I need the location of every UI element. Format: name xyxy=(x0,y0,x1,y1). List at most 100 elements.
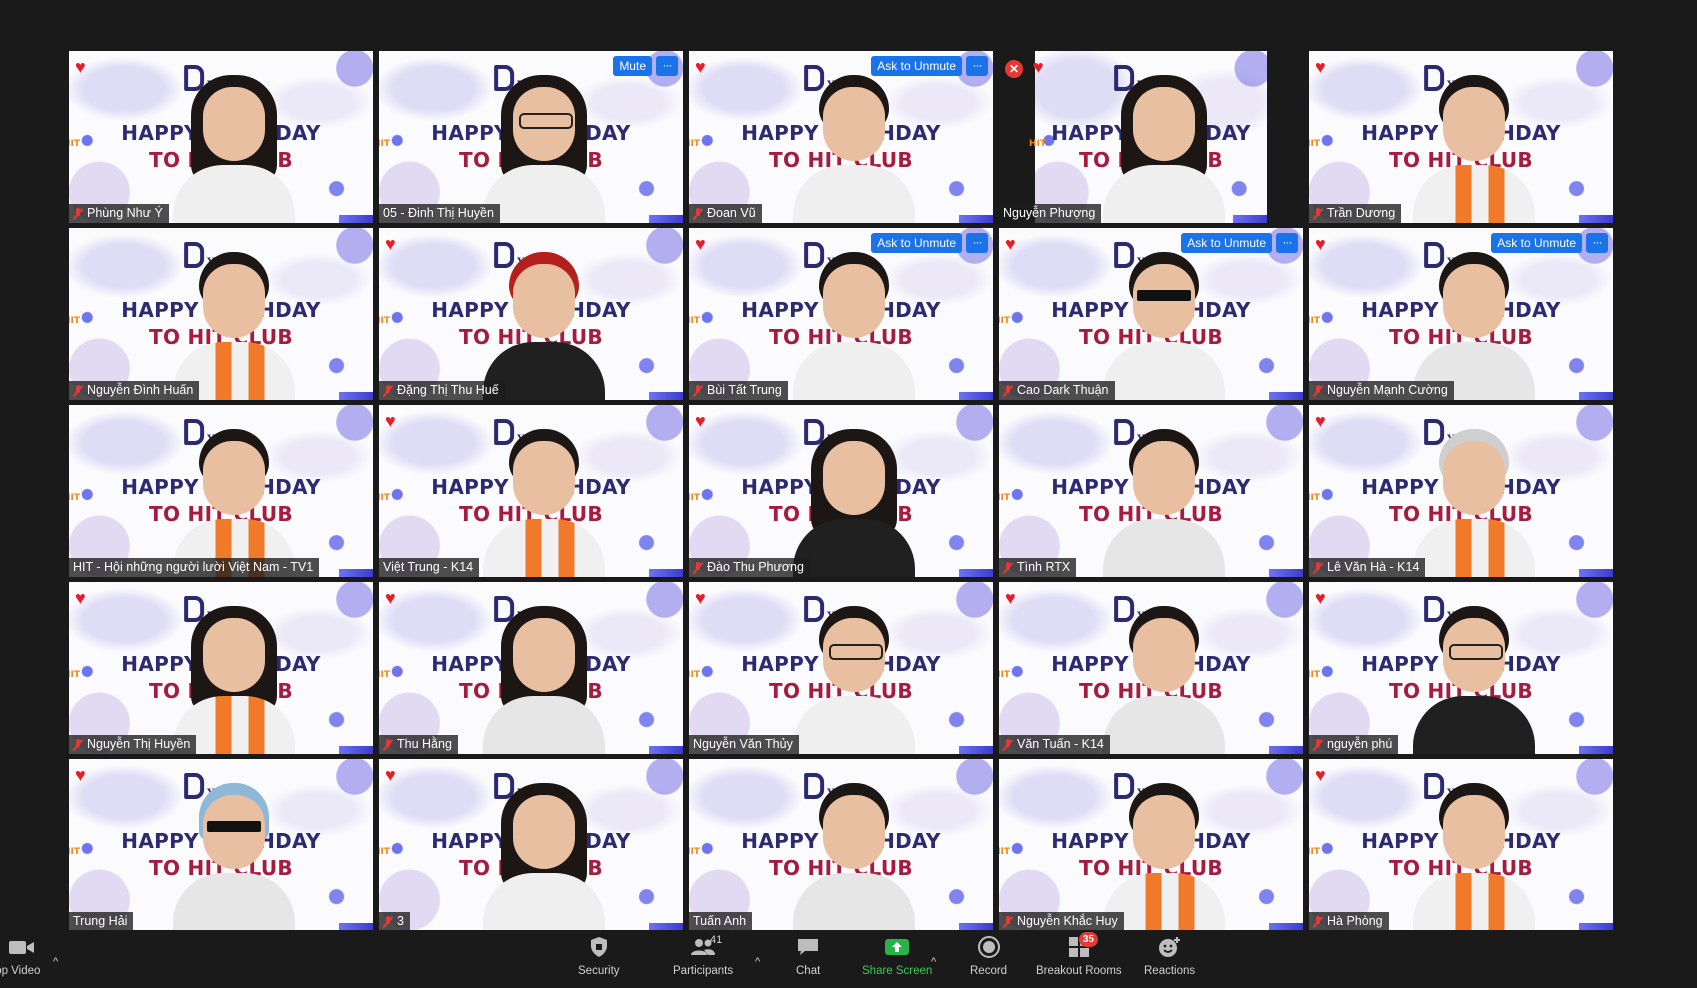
participant-video xyxy=(479,427,609,577)
participant-name: Nguyễn Mạnh Cường xyxy=(1327,383,1448,397)
mute-button[interactable]: Mute xyxy=(613,56,652,76)
participant-tile[interactable]: YEARS HAPPY BIRTHDAY TO HIT CLUB HIT Ngu… xyxy=(69,228,373,400)
hit-hex-logo: HIT xyxy=(379,493,391,503)
participant-name: HIT - Hội những người lười Việt Nam - TV… xyxy=(73,560,314,574)
share-screen-button[interactable]: Share Screen xyxy=(862,930,932,988)
participant-tile[interactable]: YEARS HAPPY BIRTHDAY TO HIT CLUB HIT ♥ T… xyxy=(379,582,683,754)
security-button[interactable]: Security xyxy=(578,930,620,988)
participant-tile[interactable]: YEARS HAPPY BIRTHDAY TO HIT CLUB HIT Tìn… xyxy=(999,405,1303,577)
participant-name: Nguyễn Văn Thủy xyxy=(693,737,793,751)
mic-muted-icon xyxy=(1313,561,1323,574)
participants-button[interactable]: 41 Participants xyxy=(673,930,733,988)
heart-reaction-icon: ♥ xyxy=(695,411,706,431)
more-options-button[interactable]: ··· xyxy=(656,56,678,76)
video-options-caret[interactable]: ^ xyxy=(53,956,58,968)
participant-tile[interactable]: YEARS HAPPY BIRTHDAY TO HIT CLUB HIT ♥ H… xyxy=(1309,759,1613,931)
hit-hex-logo: HIT xyxy=(689,139,701,149)
mic-muted-icon xyxy=(73,738,83,751)
leave-badge-icon: ✕ xyxy=(1005,60,1023,78)
shield-icon xyxy=(589,930,609,964)
participant-tile[interactable]: YEARS HAPPY BIRTHDAY TO HIT CLUB HIT ♥ N… xyxy=(689,582,993,754)
record-button[interactable]: Record xyxy=(970,930,1007,988)
mic-muted-icon xyxy=(1003,915,1013,928)
ask-to-unmute-button[interactable]: Ask to Unmute xyxy=(871,56,962,76)
participant-tile[interactable]: YEARS HAPPY BIRTHDAY TO HIT CLUB HIT ♥ N… xyxy=(69,582,373,754)
heart-reaction-icon: ♥ xyxy=(1315,57,1326,77)
ask-to-unmute-button[interactable]: Ask to Unmute xyxy=(1491,233,1582,253)
body-shape xyxy=(173,873,295,931)
participant-name: Đoan Vũ xyxy=(707,206,756,220)
participant-tile[interactable]: YEARS HAPPY BIRTHDAY TO HIT CLUB HIT ♥ V… xyxy=(379,405,683,577)
participants-options-caret[interactable]: ^ xyxy=(755,956,760,968)
participant-tile[interactable]: YEARS HAPPY BIRTHDAY TO HIT CLUB HIT ♥ A… xyxy=(999,228,1303,400)
chat-button[interactable]: Chat xyxy=(796,930,820,988)
participant-tile[interactable]: YEARS HAPPY BIRTHDAY TO HIT CLUB HIT ✕♥ … xyxy=(999,51,1303,223)
mic-muted-icon xyxy=(73,207,83,220)
more-options-button[interactable]: ··· xyxy=(966,56,988,76)
hit-hex-logo: HIT xyxy=(1309,493,1321,503)
participant-tile[interactable]: YEARS HAPPY BIRTHDAY TO HIT CLUB HIT ♥ T… xyxy=(69,759,373,931)
hit-hex-logo: HIT xyxy=(999,670,1011,680)
face-shape xyxy=(203,618,265,692)
participant-name-label: Đào Thu Phương xyxy=(689,558,810,577)
participant-tile[interactable]: YEARS HAPPY BIRTHDAY TO HIT CLUB HIT ♥ V… xyxy=(999,582,1303,754)
participant-tile[interactable]: YEARS HAPPY BIRTHDAY TO HIT CLUB HIT ♥ T… xyxy=(1309,51,1613,223)
participant-tile[interactable]: YEARS HAPPY BIRTHDAY TO HIT CLUB HIT ♥ n… xyxy=(1309,582,1613,754)
participant-tile[interactable]: YEARS HAPPY BIRTHDAY TO HIT CLUB HIT Tuấ… xyxy=(689,759,993,931)
participant-name-label: Trần Dương xyxy=(1309,204,1402,223)
body-shape xyxy=(1103,342,1225,400)
participant-name: Nguyễn Thị Huyền xyxy=(87,737,191,751)
participant-tile[interactable]: YEARS HAPPY BIRTHDAY TO HIT CLUB HIT ♥ A… xyxy=(689,228,993,400)
participant-video xyxy=(789,250,919,400)
participant-name: Việt Trung - K14 xyxy=(383,560,474,574)
ask-to-unmute-button[interactable]: Ask to Unmute xyxy=(1181,233,1272,253)
participant-name-label: Lê Văn Hà - K14 xyxy=(1309,558,1426,577)
hit-hex-logo: HIT xyxy=(689,670,701,680)
participant-name: Lê Văn Hà - K14 xyxy=(1327,560,1420,574)
face-shape xyxy=(513,441,575,515)
participant-video xyxy=(789,604,919,754)
ask-to-unmute-button[interactable]: Ask to Unmute xyxy=(871,233,962,253)
participant-tile[interactable]: YEARS HAPPY BIRTHDAY TO HIT CLUB HIT ♥ Đ… xyxy=(379,228,683,400)
participant-tile[interactable]: YEARS HAPPY BIRTHDAY TO HIT CLUB HIT ♥ Đ… xyxy=(689,405,993,577)
more-options-button[interactable]: ··· xyxy=(1586,233,1608,253)
reactions-button[interactable]: Reactions xyxy=(1144,930,1195,988)
stop-video-button[interactable]: top Video xyxy=(0,930,40,988)
mic-muted-icon xyxy=(693,207,703,220)
face-shape xyxy=(513,87,575,161)
participant-name: Tuấn Anh xyxy=(693,914,747,928)
mic-muted-icon xyxy=(383,384,393,397)
face-shape xyxy=(1133,618,1195,692)
share-screen-label: Share Screen xyxy=(862,965,933,977)
heart-reaction-icon: ♥ xyxy=(1315,411,1326,431)
participant-tile[interactable]: YEARS HAPPY BIRTHDAY TO HIT CLUB HIT ♥ A… xyxy=(1309,228,1613,400)
more-options-button[interactable]: ··· xyxy=(1276,233,1298,253)
participant-tile[interactable]: YEARS HAPPY BIRTHDAY TO HIT CLUB HIT ♥ 3 xyxy=(379,759,683,931)
participant-tile[interactable]: YEARS HAPPY BIRTHDAY TO HIT CLUB HIT ♥ P… xyxy=(69,51,373,223)
participant-name-label: Đặng Thị Thu Huế xyxy=(379,381,505,400)
face-shape xyxy=(1133,264,1195,338)
body-shape xyxy=(483,165,605,223)
participant-tile[interactable]: YEARS HAPPY BIRTHDAY TO HIT CLUB HIT HIT… xyxy=(69,405,373,577)
face-shape xyxy=(1443,87,1505,161)
participant-name-label: HIT - Hội những người lười Việt Nam - TV… xyxy=(69,558,320,577)
participant-tile[interactable]: YEARS HAPPY BIRTHDAY TO HIT CLUB HIT ♥ A… xyxy=(689,51,993,223)
more-options-button[interactable]: ··· xyxy=(966,233,988,253)
body-shape xyxy=(483,696,605,754)
participant-name-label: Nguyễn Văn Thủy xyxy=(689,735,799,754)
participant-name: Văn Tuấn - K14 xyxy=(1017,737,1104,751)
participant-video xyxy=(789,73,919,223)
participant-tile[interactable]: YEARS HAPPY BIRTHDAY TO HIT CLUB HIT Mut… xyxy=(379,51,683,223)
share-screen-icon xyxy=(884,930,910,964)
participant-tile[interactable]: YEARS HAPPY BIRTHDAY TO HIT CLUB HIT Ngu… xyxy=(999,759,1303,931)
participant-tile[interactable]: YEARS HAPPY BIRTHDAY TO HIT CLUB HIT ♥ L… xyxy=(1309,405,1613,577)
face-shape xyxy=(513,618,575,692)
smiley-plus-icon xyxy=(1158,930,1182,964)
breakout-rooms-button[interactable]: 35 Breakout Rooms xyxy=(1036,930,1122,988)
reactions-label: Reactions xyxy=(1144,965,1196,977)
face-shape xyxy=(1443,795,1505,869)
participant-name-label: nguyễn phú xyxy=(1309,735,1399,754)
mic-muted-icon xyxy=(1313,738,1323,751)
participant-video xyxy=(1409,73,1539,223)
share-options-caret[interactable]: ^ xyxy=(931,956,936,968)
